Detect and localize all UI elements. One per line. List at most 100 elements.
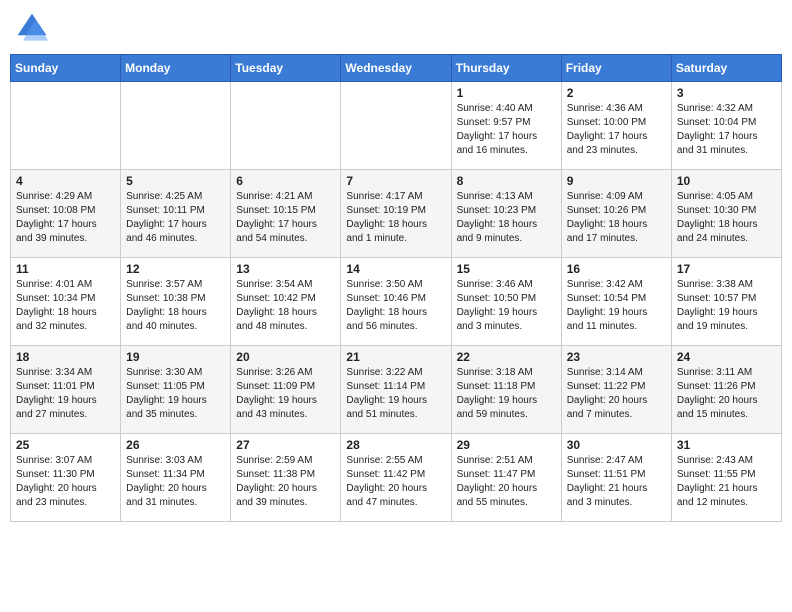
calendar-cell: 2Sunrise: 4:36 AM Sunset: 10:00 PM Dayli… [561,82,671,170]
weekday-row: SundayMondayTuesdayWednesdayThursdayFrid… [11,55,782,82]
calendar-cell: 6 Sunrise: 4:21 AM Sunset: 10:15 PM Dayli… [231,170,341,258]
day-info: Sunrise: 4:01 AM Sunset: 10:34 PM Daylig… [16,278,115,334]
weekday-header-sunday: Sunday [11,55,121,82]
calendar-cell: 5Sunrise: 4:25 AM Sunset: 10:11 PM Dayli… [121,170,231,258]
day-info: Sunrise: 3:50 AM Sunset: 10:46 PM Daylig… [346,278,445,334]
day-number: 5 [126,174,225,188]
calendar-cell: 13 Sunrise: 3:54 AM Sunset: 10:42 PM Dayl… [231,258,341,346]
day-info: Sunrise: 3:42 AM Sunset: 10:54 PM Daylig… [567,278,666,334]
day-info: Sunrise: 3:22 AM Sunset: 11:14 PM Daylig… [346,366,445,422]
day-info: Sunrise: 3:14 AM Sunset: 11:22 PM Daylig… [567,366,666,422]
day-number: 11 [16,262,115,276]
calendar-cell: 15 Sunrise: 3:46 AM Sunset: 10:50 PM Dayl… [451,258,561,346]
day-number: 9 [567,174,666,188]
day-info: Sunrise: 3:57 AM Sunset: 10:38 PM Daylig… [126,278,225,334]
day-number: 16 [567,262,666,276]
calendar-cell: 4 Sunrise: 4:29 AM Sunset: 10:08 PM Dayli… [11,170,121,258]
day-number: 20 [236,350,335,364]
day-number: 23 [567,350,666,364]
week-row-1: 1Sunrise: 4:40 AM Sunset: 9:57 PM Daylig… [11,82,782,170]
day-number: 10 [677,174,776,188]
calendar-cell [11,82,121,170]
calendar-body: 1Sunrise: 4:40 AM Sunset: 9:57 PM Daylig… [11,82,782,522]
weekday-header-wednesday: Wednesday [341,55,451,82]
calendar-cell: 7 Sunrise: 4:17 AM Sunset: 10:19 PM Dayli… [341,170,451,258]
day-number: 7 [346,174,445,188]
day-info: Sunrise: 2:51 AM Sunset: 11:47 PM Daylig… [457,454,556,510]
calendar-cell: 27 Sunrise: 2:59 AM Sunset: 11:38 PM Dayl… [231,434,341,522]
calendar-cell: 21 Sunrise: 3:22 AM Sunset: 11:14 PM Dayl… [341,346,451,434]
day-number: 17 [677,262,776,276]
calendar-cell: 29 Sunrise: 2:51 AM Sunset: 11:47 PM Dayl… [451,434,561,522]
day-number: 12 [126,262,225,276]
calendar-cell: 31Sunrise: 2:43 AM Sunset: 11:55 PM Dayl… [671,434,781,522]
calendar-cell: 9 Sunrise: 4:09 AM Sunset: 10:26 PM Dayli… [561,170,671,258]
calendar-cell: 3 Sunrise: 4:32 AM Sunset: 10:04 PM Dayli… [671,82,781,170]
day-info: Sunrise: 3:38 AM Sunset: 10:57 PM Daylig… [677,278,776,334]
day-number: 4 [16,174,115,188]
day-info: Sunrise: 3:30 AM Sunset: 11:05 PM Daylig… [126,366,225,422]
day-number: 29 [457,438,556,452]
day-number: 31 [677,438,776,452]
week-row-2: 4 Sunrise: 4:29 AM Sunset: 10:08 PM Dayli… [11,170,782,258]
calendar-cell: 18 Sunrise: 3:34 AM Sunset: 11:01 PM Dayl… [11,346,121,434]
calendar-cell [341,82,451,170]
calendar-cell: 12 Sunrise: 3:57 AM Sunset: 10:38 PM Dayl… [121,258,231,346]
day-info: Sunrise: 4:09 AM Sunset: 10:26 PM Daylig… [567,190,666,246]
day-number: 15 [457,262,556,276]
day-info: Sunrise: 4:40 AM Sunset: 9:57 PM Dayligh… [457,102,556,158]
day-number: 21 [346,350,445,364]
day-info: Sunrise: 3:34 AM Sunset: 11:01 PM Daylig… [16,366,115,422]
calendar-cell: 30 Sunrise: 2:47 AM Sunset: 11:51 PM Dayl… [561,434,671,522]
day-number: 30 [567,438,666,452]
calendar-cell: 20Sunrise: 3:26 AM Sunset: 11:09 PM Dayl… [231,346,341,434]
week-row-4: 18 Sunrise: 3:34 AM Sunset: 11:01 PM Dayl… [11,346,782,434]
weekday-header-monday: Monday [121,55,231,82]
calendar-cell: 8Sunrise: 4:13 AM Sunset: 10:23 PM Dayli… [451,170,561,258]
day-number: 28 [346,438,445,452]
day-number: 22 [457,350,556,364]
day-number: 3 [677,86,776,100]
weekday-header-tuesday: Tuesday [231,55,341,82]
day-info: Sunrise: 4:05 AM Sunset: 10:30 PM Daylig… [677,190,776,246]
day-info: Sunrise: 3:54 AM Sunset: 10:42 PM Daylig… [236,278,335,334]
day-number: 25 [16,438,115,452]
calendar-cell: 28 Sunrise: 2:55 AM Sunset: 11:42 PM Dayl… [341,434,451,522]
weekday-header-saturday: Saturday [671,55,781,82]
day-number: 8 [457,174,556,188]
day-info: Sunrise: 4:21 AM Sunset: 10:15 PM Daylig… [236,190,335,246]
day-info: Sunrise: 4:29 AM Sunset: 10:08 PM Daylig… [16,190,115,246]
day-info: Sunrise: 2:55 AM Sunset: 11:42 PM Daylig… [346,454,445,510]
day-number: 18 [16,350,115,364]
calendar-table: SundayMondayTuesdayWednesdayThursdayFrid… [10,54,782,522]
day-info: Sunrise: 4:36 AM Sunset: 10:00 PM Daylig… [567,102,666,158]
day-number: 27 [236,438,335,452]
week-row-3: 11 Sunrise: 4:01 AM Sunset: 10:34 PM Dayl… [11,258,782,346]
calendar-cell [231,82,341,170]
calendar-cell: 25 Sunrise: 3:07 AM Sunset: 11:30 PM Dayl… [11,434,121,522]
day-info: Sunrise: 2:59 AM Sunset: 11:38 PM Daylig… [236,454,335,510]
day-info: Sunrise: 4:17 AM Sunset: 10:19 PM Daylig… [346,190,445,246]
calendar-cell: 10 Sunrise: 4:05 AM Sunset: 10:30 PM Dayl… [671,170,781,258]
day-number: 14 [346,262,445,276]
logo [14,10,54,46]
calendar-cell: 19Sunrise: 3:30 AM Sunset: 11:05 PM Dayl… [121,346,231,434]
day-info: Sunrise: 2:47 AM Sunset: 11:51 PM Daylig… [567,454,666,510]
day-info: Sunrise: 3:18 AM Sunset: 11:18 PM Daylig… [457,366,556,422]
day-number: 6 [236,174,335,188]
calendar-cell: 1Sunrise: 4:40 AM Sunset: 9:57 PM Daylig… [451,82,561,170]
calendar-cell [121,82,231,170]
day-number: 26 [126,438,225,452]
weekday-header-thursday: Thursday [451,55,561,82]
day-info: Sunrise: 3:11 AM Sunset: 11:26 PM Daylig… [677,366,776,422]
calendar-cell: 14 Sunrise: 3:50 AM Sunset: 10:46 PM Dayl… [341,258,451,346]
day-number: 13 [236,262,335,276]
calendar-cell: 16 Sunrise: 3:42 AM Sunset: 10:54 PM Dayl… [561,258,671,346]
day-info: Sunrise: 3:46 AM Sunset: 10:50 PM Daylig… [457,278,556,334]
day-info: Sunrise: 3:07 AM Sunset: 11:30 PM Daylig… [16,454,115,510]
calendar-header: SundayMondayTuesdayWednesdayThursdayFrid… [11,55,782,82]
day-info: Sunrise: 4:32 AM Sunset: 10:04 PM Daylig… [677,102,776,158]
calendar-cell: 26Sunrise: 3:03 AM Sunset: 11:34 PM Dayl… [121,434,231,522]
calendar-cell: 22 Sunrise: 3:18 AM Sunset: 11:18 PM Dayl… [451,346,561,434]
weekday-header-friday: Friday [561,55,671,82]
